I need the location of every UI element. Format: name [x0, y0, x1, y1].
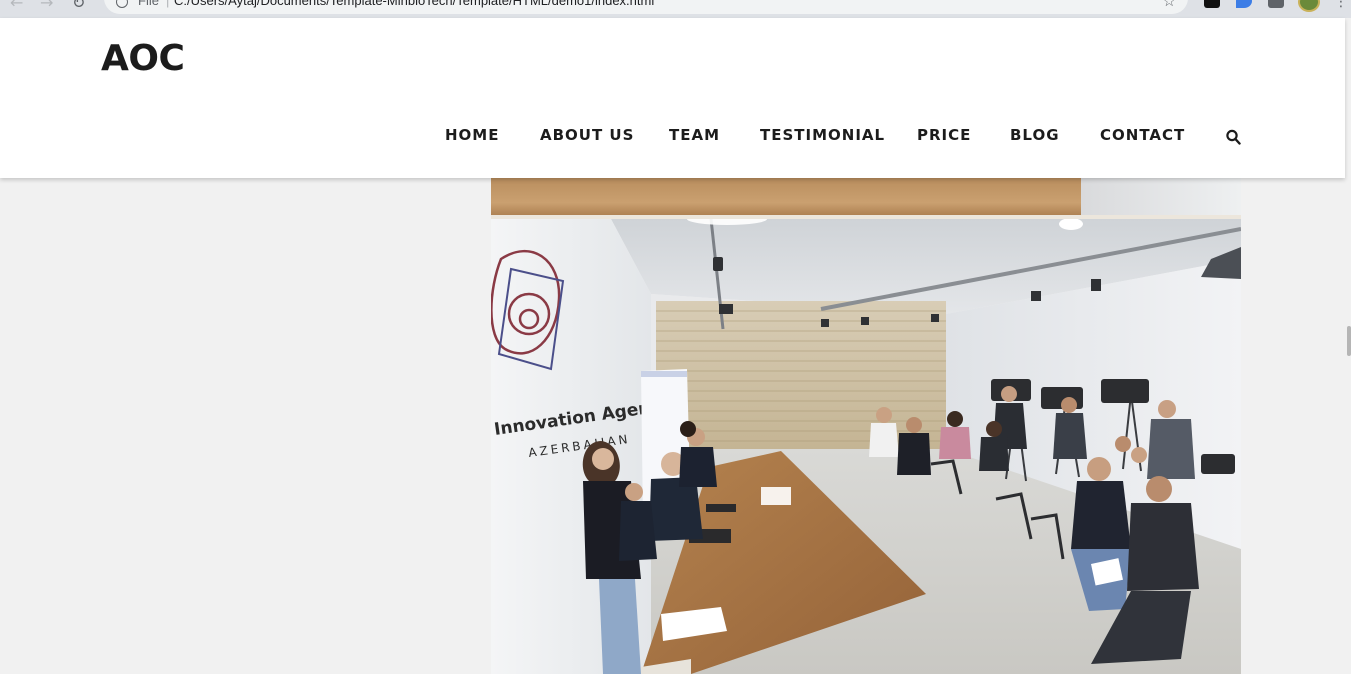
press-conference-photo: Innovation Agency AZERBAIJAN [491, 219, 1241, 674]
nav-testimonial[interactable]: TESTIMONIAL [760, 126, 885, 144]
nav-about-us[interactable]: ABOUT US [540, 126, 634, 144]
site-logo[interactable]: AOC [101, 38, 185, 79]
nav-price[interactable]: PRICE [917, 126, 971, 144]
extension-icon[interactable] [1236, 0, 1252, 8]
site-header: AOC HOME ABOUT US TEAM TESTIMONIAL PRICE… [0, 18, 1345, 178]
url-text[interactable]: C:/Users/Aytaj/Documents/Template-Minbio… [174, 0, 654, 8]
info-icon[interactable] [116, 0, 128, 8]
nav-blog[interactable]: BLOG [1010, 126, 1060, 144]
star-icon[interactable]: ☆ [1163, 0, 1176, 10]
page-content: Innovation Agency AZERBAIJAN [0, 178, 1345, 674]
back-arrow-icon[interactable]: ← [10, 0, 23, 12]
extension-icon[interactable] [1204, 0, 1220, 8]
menu-dots-icon[interactable]: ⋮ [1334, 0, 1348, 10]
browser-toolbar: ← → ↻ File | C:/Users/Aytaj/Documents/Te… [0, 0, 1351, 18]
scrollbar-thumb[interactable] [1347, 326, 1351, 356]
reload-icon[interactable]: ↻ [72, 0, 85, 12]
previous-photo-edge [491, 178, 1241, 219]
search-icon[interactable] [1226, 129, 1241, 146]
nav-team[interactable]: TEAM [669, 126, 720, 144]
nav-home[interactable]: HOME [445, 126, 499, 144]
url-scheme-label: File [138, 0, 159, 8]
profile-avatar[interactable] [1298, 0, 1320, 12]
address-bar[interactable]: File | C:/Users/Aytaj/Documents/Template… [104, 0, 1188, 14]
url-separator: | [166, 0, 170, 8]
nav-contact[interactable]: CONTACT [1100, 126, 1185, 144]
puzzle-icon[interactable] [1268, 0, 1284, 8]
forward-arrow-icon[interactable]: → [40, 0, 53, 12]
